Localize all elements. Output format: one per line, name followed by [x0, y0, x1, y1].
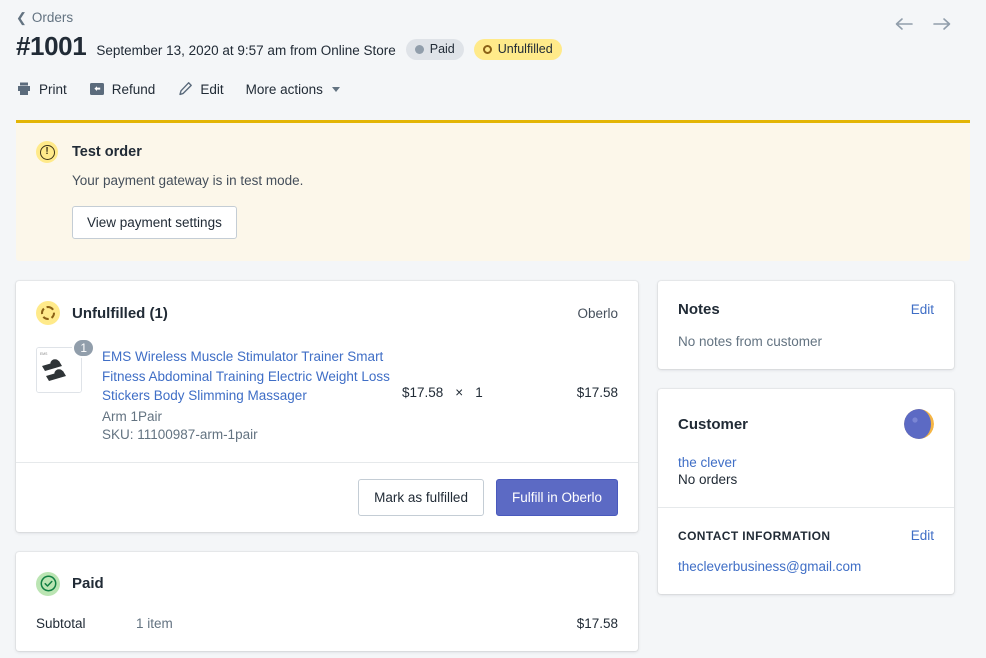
- edit-button[interactable]: Edit: [177, 81, 224, 97]
- refund-label: Refund: [111, 81, 156, 97]
- product-variant: Arm 1Pair: [102, 408, 163, 424]
- refund-icon: [89, 81, 105, 97]
- subtotal-items: 1 item: [136, 615, 173, 631]
- test-order-banner: ! Test order Your payment gateway is in …: [16, 120, 970, 261]
- mark-as-fulfilled-button[interactable]: Mark as fulfilled: [358, 478, 484, 516]
- line-item: EMS 1 EMS Wireless Muscle Stimulator Tra…: [16, 325, 638, 462]
- paid-card: Paid Subtotal 1 item $17.58: [16, 551, 638, 651]
- status-badge-payment: Paid: [405, 39, 464, 60]
- notes-card: Notes Edit No notes from customer: [658, 281, 954, 369]
- breadcrumb-orders[interactable]: ❮ Orders: [16, 0, 74, 25]
- unfulfilled-icon: [36, 301, 60, 325]
- status-dot-icon: [414, 45, 424, 54]
- subtotal-amount: $17.58: [576, 615, 618, 631]
- fulfillment-header: Unfulfilled (1) Oberlo: [16, 281, 638, 325]
- paid-check-icon: [36, 571, 60, 596]
- printer-icon: [16, 81, 32, 97]
- edit-label: Edit: [200, 81, 224, 97]
- paid-header: Paid: [36, 571, 618, 596]
- contact-header: Contact information Edit: [678, 528, 934, 543]
- line-quantity: 1: [475, 385, 483, 400]
- quantity-badge: 1: [72, 338, 95, 358]
- page-title: #1001: [16, 31, 87, 61]
- status-badge-payment-label: Paid: [429, 42, 455, 57]
- multiply-symbol: ×: [455, 385, 464, 400]
- chevron-down-icon: [331, 86, 340, 92]
- customer-header: Customer: [678, 409, 934, 439]
- previous-order-arrow-icon[interactable]: [892, 12, 916, 36]
- fulfill-in-oberlo-button[interactable]: Fulfill in Oberlo: [495, 478, 618, 516]
- order-meta: September 13, 2020 at 9:57 am from Onlin…: [96, 43, 396, 58]
- banner-text: Your payment gateway is in test mode.: [72, 173, 304, 188]
- fulfillment-actions: Mark as fulfilled Fulfill in Oberlo: [16, 461, 638, 532]
- next-order-arrow-icon[interactable]: [930, 12, 954, 36]
- print-label: Print: [39, 81, 67, 97]
- pencil-icon: [177, 81, 193, 97]
- more-actions-button[interactable]: More actions: [246, 82, 340, 97]
- contact-title: Contact information: [678, 528, 831, 543]
- customer-name-link[interactable]: the clever: [678, 455, 934, 470]
- product-thumbnail-wrap: EMS 1: [36, 338, 95, 442]
- content-columns: Unfulfilled (1) Oberlo EMS 1 EMS Wireles…: [16, 281, 970, 651]
- subtotal-label: Subtotal: [36, 615, 86, 631]
- fulfillment-source: Oberlo: [577, 305, 618, 321]
- notes-edit-link[interactable]: Edit: [911, 302, 934, 317]
- banner-title: Test order: [72, 144, 142, 160]
- line-item-price: $17.58 × 1: [402, 347, 517, 442]
- order-navigation: [892, 12, 954, 36]
- order-actions-toolbar: Print Refund Edit More actions: [16, 77, 970, 101]
- print-button[interactable]: Print: [16, 81, 67, 97]
- more-actions-label: More actions: [245, 81, 323, 97]
- status-badge-fulfillment: Unfulfilled: [473, 39, 562, 60]
- main-column: Unfulfilled (1) Oberlo EMS 1 EMS Wireles…: [16, 281, 638, 651]
- notes-header: Notes Edit: [678, 301, 934, 318]
- customer-section: Customer the clever No orders: [658, 389, 954, 507]
- chevron-left-icon: ❮: [16, 10, 27, 25]
- contact-edit-link[interactable]: Edit: [911, 528, 934, 543]
- customer-card: Customer the clever No orders CONTACT IN…: [658, 389, 954, 594]
- fulfillment-title: Unfulfilled (1): [72, 304, 168, 322]
- alert-circle-icon: !: [36, 141, 58, 163]
- line-item-total: $17.58: [576, 385, 618, 400]
- unit-price: $17.58: [402, 385, 444, 400]
- product-title-link[interactable]: EMS Wireless Muscle Stimulator Trainer S…: [102, 347, 402, 406]
- svg-text:EMS: EMS: [40, 352, 48, 356]
- breadcrumb-label: Orders: [31, 10, 74, 25]
- avatar: [904, 409, 934, 439]
- refund-button[interactable]: Refund: [89, 81, 156, 97]
- banner-header: ! Test order: [36, 141, 950, 163]
- notes-body: No notes from customer: [678, 334, 823, 349]
- order-detail-page: ❮ Orders #1001 September 13, 2020 at 9:5…: [0, 0, 986, 658]
- status-ring-icon: [482, 45, 492, 54]
- product-sku: SKU: 11100987-arm-1pair: [102, 426, 258, 442]
- customer-order-count: No orders: [678, 472, 738, 487]
- customer-email-link[interactable]: thecleverbusiness@gmail.com: [678, 559, 934, 574]
- view-payment-settings-button[interactable]: View payment settings: [72, 206, 237, 239]
- notes-title: Notes: [678, 301, 720, 318]
- status-badge-fulfillment-label: Unfulfilled: [497, 42, 553, 57]
- order-title-row: #1001 September 13, 2020 at 9:57 am from…: [16, 31, 970, 61]
- line-item-info: EMS Wireless Muscle Stimulator Trainer S…: [102, 347, 402, 442]
- fulfillment-card: Unfulfilled (1) Oberlo EMS 1 EMS Wireles…: [16, 281, 638, 532]
- customer-title: Customer: [678, 415, 749, 433]
- contact-information-section: Contact information Edit thecleverbusine…: [658, 508, 954, 594]
- paid-title: Paid: [72, 575, 104, 592]
- subtotal-row: Subtotal 1 item $17.58: [36, 616, 618, 631]
- side-column: Notes Edit No notes from customer Custom…: [658, 281, 954, 594]
